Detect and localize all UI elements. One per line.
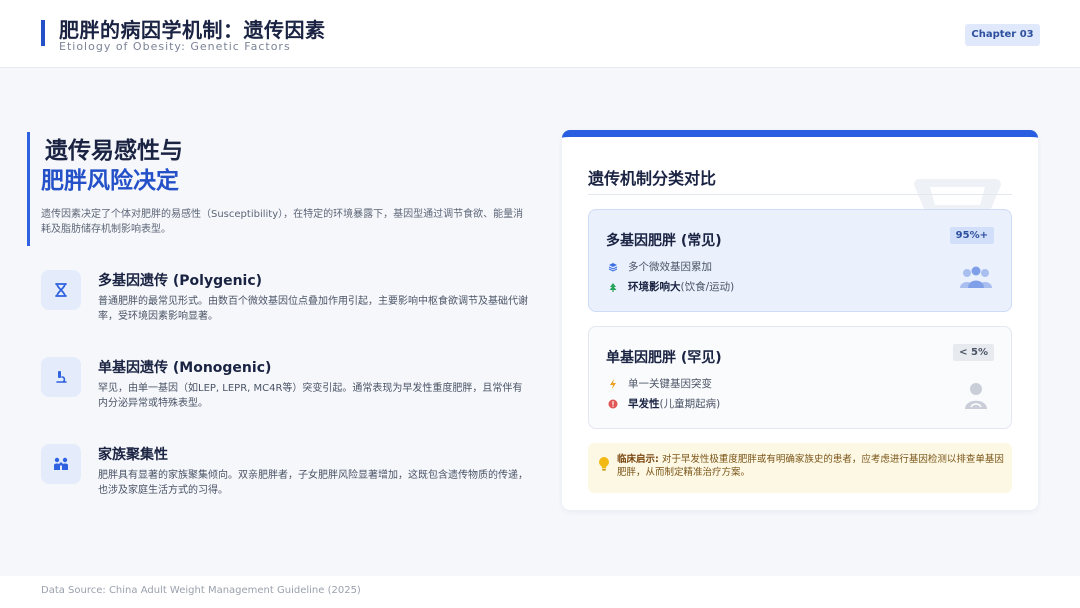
box-line: 单一关键基因突变	[608, 376, 712, 391]
card-title: 遗传机制分类对比	[588, 169, 717, 188]
polygenic-box: 多基因肥胖 (常见) 95%+ 多个微效基因累加 环境影响大 (饮食/运动)	[588, 209, 1012, 312]
user-dna-icon	[965, 383, 987, 409]
data-source: Data Source: China Adult Weight Manageme…	[41, 585, 361, 596]
box-title: 单基因肥胖 (罕见)	[606, 350, 722, 366]
box-line-bold: 环境影响大	[628, 281, 681, 293]
feature-monogenic: 单基因遗传 (Monogenic) 罕见，由单一基因（如LEP, LEPR, M…	[41, 357, 531, 427]
title-accent-bar	[27, 132, 30, 246]
monogenic-box: 单基因肥胖 (罕见) < 5% 单一关键基因突变 早发性 (儿童期起病)	[588, 326, 1012, 429]
box-line-text: 单一关键基因突变	[628, 378, 712, 390]
chapter-badge: Chapter 03	[965, 24, 1040, 46]
percentage-badge: 95%+	[949, 227, 994, 244]
clinical-note-body: 对于早发性极重度肥胖或有明确家族史的患者，应考虑进行基因检测以排查单基因肥胖，从…	[617, 454, 1004, 478]
tree-icon	[609, 282, 617, 292]
family-icon	[41, 444, 81, 484]
section-title-line1: 遗传易感性与	[45, 138, 183, 164]
feature-polygenic: 多基因遗传 (Polygenic) 普通肥胖的最常见形式。由数百个微效基因位点叠…	[41, 270, 531, 340]
page-title: 肥胖的病因学机制：遗传因素	[59, 18, 326, 42]
card-divider	[588, 194, 1012, 195]
page-subtitle: Etiology of Obesity: Genetic Factors	[59, 40, 291, 53]
feature-description: 罕见，由单一基因（如LEP, LEPR, MC4R等）突变引起。通常表现为早发性…	[98, 383, 523, 409]
group-users-icon	[960, 266, 992, 288]
clinical-note-text: 临床启示: 对于早发性极重度肥胖或有明确家族史的患者，应考虑进行基因检测以排查单…	[617, 453, 1007, 479]
box-line-text: (饮食/运动)	[680, 281, 735, 293]
feature-family: 家族聚集性 肥胖具有显著的家族聚集倾向。双亲肥胖者，子女肥胖风险显著增加，这既包…	[41, 444, 531, 514]
comparison-card: 遗传机制分类对比 多基因肥胖 (常见) 95%+ 多个微效基因累加 环境影响大 …	[562, 130, 1038, 510]
microscope-icon	[41, 357, 81, 397]
page-footer: Data Source: China Adult Weight Manageme…	[0, 576, 1080, 608]
intro-paragraph: 遗传因素决定了个体对肥胖的易感性（Susceptibility），在特定的环境暴…	[41, 209, 524, 235]
box-line-text: 多个微效基因累加	[628, 261, 712, 273]
box-line-bold: 早发性	[628, 398, 660, 410]
section-title-line2: 肥胖风险决定	[41, 168, 179, 194]
feature-description: 肥胖具有显著的家族聚集倾向。双亲肥胖者，子女肥胖风险显著增加，这既包含遗传物质的…	[98, 470, 528, 496]
hourglass-dna-icon	[41, 270, 81, 310]
percentage-badge: < 5%	[953, 344, 994, 361]
box-line-text: (儿童期起病)	[659, 398, 721, 410]
alert-circle-icon	[608, 399, 618, 408]
box-line: 多个微效基因累加	[608, 259, 712, 274]
clinical-note-label: 临床启示:	[617, 454, 659, 465]
box-line: 环境影响大 (饮食/运动)	[608, 279, 734, 294]
layers-icon	[608, 262, 618, 272]
feature-title: 家族聚集性	[98, 447, 168, 463]
feature-title: 单基因遗传 (Monogenic)	[98, 360, 272, 376]
clinical-note: 临床启示: 对于早发性极重度肥胖或有明确家族史的患者，应考虑进行基因检测以排查单…	[588, 443, 1012, 493]
feature-description: 普通肥胖的最常见形式。由数百个微效基因位点叠加作用引起，主要影响中枢食欲调节及基…	[98, 296, 528, 322]
header-accent-bar	[41, 20, 45, 46]
lightbulb-icon	[599, 457, 609, 471]
box-line: 早发性 (儿童期起病)	[608, 396, 720, 411]
box-title: 多基因肥胖 (常见)	[606, 233, 722, 249]
feature-title: 多基因遗传 (Polygenic)	[98, 273, 263, 289]
page-header: 肥胖的病因学机制：遗传因素 Etiology of Obesity: Genet…	[0, 0, 1080, 68]
lightning-icon	[610, 378, 616, 389]
